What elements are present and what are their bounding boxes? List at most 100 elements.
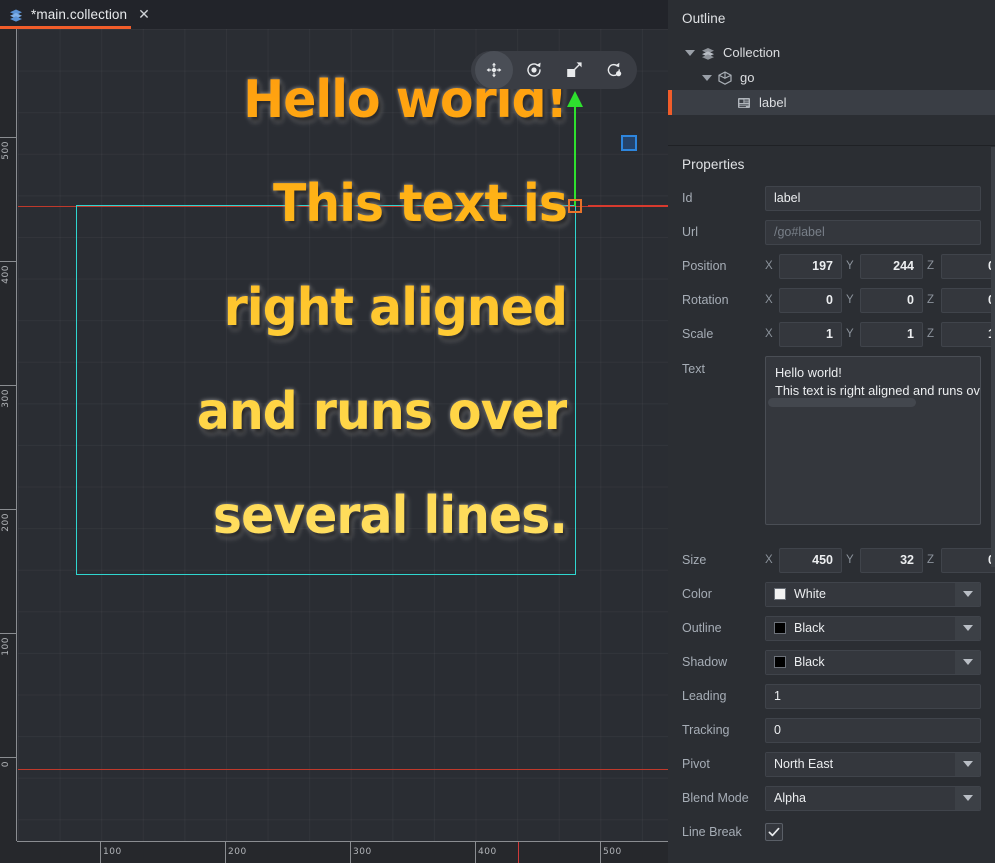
tracking-input[interactable]: 0: [765, 718, 981, 743]
outline-item-go[interactable]: go: [668, 65, 995, 90]
position-z-input[interactable]: 0: [941, 254, 995, 279]
outline-item-label: go: [740, 70, 754, 85]
ruler-h-label: 400: [478, 847, 497, 857]
id-input[interactable]: label: [765, 186, 981, 211]
color-combobox[interactable]: White: [765, 582, 981, 607]
size-x-input[interactable]: 450: [779, 548, 842, 573]
outline-swatch: [774, 622, 786, 634]
ruler-vertical: 500 400 300 200 100 0: [0, 29, 17, 841]
color-label: Color: [682, 587, 765, 601]
line-break-checkbox[interactable]: [765, 823, 783, 841]
axis-z-label: Z: [927, 294, 941, 306]
property-row-rotation: Rotation X 0 Y 0 Z 0: [668, 283, 995, 317]
position-x-input[interactable]: 197: [779, 254, 842, 279]
outline-item-label: Collection: [723, 45, 780, 60]
panel-splitter[interactable]: [668, 145, 995, 146]
editor-tabbar: *main.collection ✕: [0, 0, 668, 29]
outline-item-label[interactable]: label: [668, 90, 995, 115]
blend-mode-label: Blend Mode: [682, 791, 765, 805]
properties-panel: Properties Id label Url /go#label Positi…: [668, 147, 995, 863]
pivot-combobox[interactable]: North East: [765, 752, 981, 777]
tab-main-collection[interactable]: *main.collection ✕: [0, 0, 160, 29]
leading-input[interactable]: 1: [765, 684, 981, 709]
ruler-h-label: 300: [353, 847, 372, 857]
ruler-h-label: 500: [603, 847, 622, 857]
outline-prop-label: Outline: [682, 621, 765, 635]
outline-item-collection[interactable]: Collection: [668, 40, 995, 65]
right-dock: Outline Collection: [668, 0, 995, 863]
size-z-input[interactable]: 0: [941, 548, 995, 573]
ruler-v-label: 0: [1, 761, 11, 767]
axis-y-label: Y: [846, 294, 860, 306]
line-break-label: Line Break: [682, 825, 765, 839]
property-row-line-break: Line Break: [668, 815, 995, 849]
property-row-text: Text Hello world! This text is right ali…: [668, 351, 995, 541]
rotation-label: Rotation: [682, 293, 765, 307]
rendered-text-line: right aligned: [105, 256, 567, 360]
textarea-hscrollbar[interactable]: [768, 398, 984, 407]
scale-z-input[interactable]: 1: [941, 322, 995, 347]
chevron-down-icon[interactable]: [685, 50, 695, 56]
collection-icon: [700, 45, 716, 61]
chevron-down-icon[interactable]: [955, 787, 980, 810]
rendered-text-line: several lines.: [105, 464, 567, 568]
position-y-input[interactable]: 244: [860, 254, 923, 279]
properties-vscroll-thumb[interactable]: [991, 147, 995, 567]
gizmo-plane-handle[interactable]: [621, 135, 637, 151]
rendered-text: Hello world! This text is right aligned …: [105, 48, 567, 568]
position-label: Position: [682, 259, 765, 273]
chevron-down-icon[interactable]: [702, 75, 712, 81]
scale-x-input[interactable]: 1: [779, 322, 842, 347]
size-label: Size: [682, 553, 765, 567]
ruler-v-label: 200: [1, 513, 11, 532]
axis-y-label: Y: [846, 260, 860, 272]
scene-editor[interactable]: Hello world! This text is right aligned …: [0, 29, 668, 863]
shadow-swatch: [774, 656, 786, 668]
close-icon[interactable]: ✕: [138, 8, 150, 22]
shadow-label: Shadow: [682, 655, 765, 669]
move-tool-button[interactable]: [475, 51, 513, 89]
blend-mode-combobox[interactable]: Alpha: [765, 786, 981, 811]
shadow-combobox[interactable]: Black: [765, 650, 981, 675]
property-row-size: Size X 450 Y 32 Z 0: [668, 543, 995, 577]
selection-bounds[interactable]: Hello world! This text is right aligned …: [76, 205, 576, 575]
scale-y-input[interactable]: 1: [860, 322, 923, 347]
text-label: Text: [682, 356, 765, 376]
axis-z-label: Z: [927, 554, 941, 566]
axis-y-label: Y: [846, 328, 860, 340]
rotation-x-input[interactable]: 0: [779, 288, 842, 313]
textarea-hscroll-thumb[interactable]: [768, 398, 916, 407]
rotate-tool-button[interactable]: [515, 51, 553, 89]
size-y-input[interactable]: 32: [860, 548, 923, 573]
chevron-down-icon[interactable]: [955, 617, 980, 640]
axis-x-label: X: [765, 328, 779, 340]
chevron-down-icon[interactable]: [955, 651, 980, 674]
gizmo-origin-handle[interactable]: [568, 199, 582, 213]
outline-combobox[interactable]: Black: [765, 616, 981, 641]
scale-tool-button[interactable]: [555, 51, 593, 89]
chevron-down-icon[interactable]: [955, 753, 980, 776]
rotation-y-input[interactable]: 0: [860, 288, 923, 313]
outline-title: Outline: [668, 0, 995, 26]
gizmo-axis-x[interactable]: [588, 205, 668, 207]
leading-label: Leading: [682, 689, 765, 703]
pivot-value: North East: [774, 757, 833, 771]
text-textarea[interactable]: Hello world! This text is right aligned …: [765, 356, 981, 525]
scene-canvas[interactable]: Hello world! This text is right aligned …: [18, 29, 668, 841]
gizmo-arrow-y-icon[interactable]: [567, 91, 583, 107]
property-row-url: Url /go#label: [668, 215, 995, 249]
game-object-icon: [717, 70, 733, 86]
reset-tool-button[interactable]: [595, 51, 633, 89]
collection-icon: [8, 7, 24, 23]
properties-title: Properties: [668, 147, 995, 172]
chevron-down-icon[interactable]: [955, 583, 980, 606]
rendered-text-line: and runs over: [105, 360, 567, 464]
gizmo-axis-y[interactable]: [574, 106, 576, 206]
outline-value: Black: [794, 621, 825, 635]
properties-vscrollbar[interactable]: [991, 147, 995, 863]
rotation-z-input[interactable]: 0: [941, 288, 995, 313]
label-icon: [736, 95, 752, 111]
url-input[interactable]: /go#label: [765, 220, 981, 245]
property-row-scale: Scale X 1 Y 1 Z 1: [668, 317, 995, 351]
ruler-h-label: 100: [103, 847, 122, 857]
